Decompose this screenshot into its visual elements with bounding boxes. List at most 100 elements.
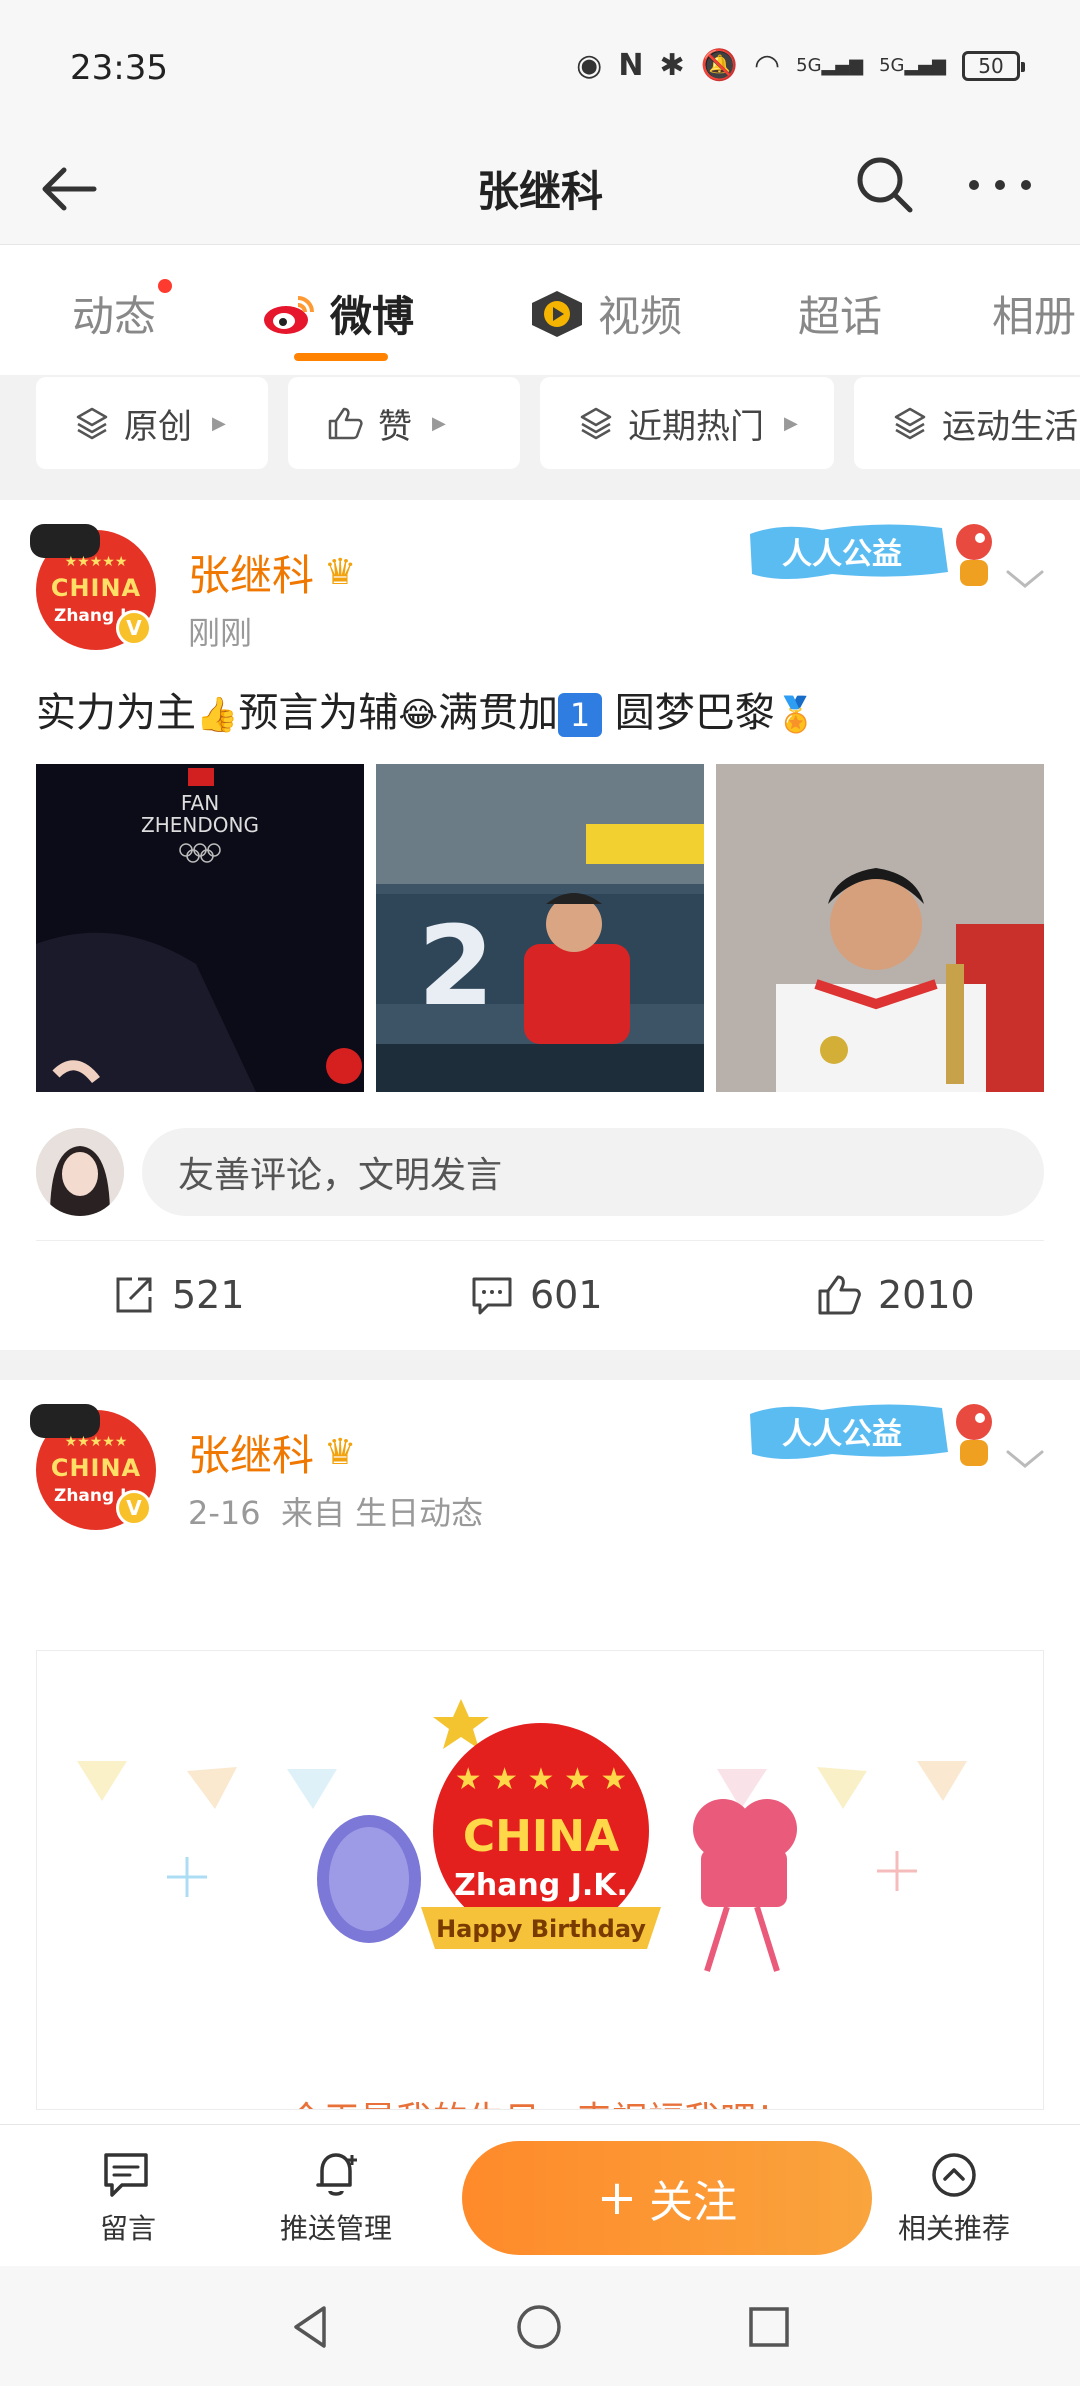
number-one-emoji-icon: 1: [558, 693, 603, 737]
medal-ceremony-image: [716, 764, 1044, 1092]
eye-icon: ◉: [576, 48, 603, 83]
author-name[interactable]: 张继科 ♛: [188, 1422, 356, 1483]
chevron-up-circle-icon: [932, 2153, 976, 2197]
card-stars: ★ ★ ★ ★ ★: [455, 1762, 628, 1797]
post-source: 来自 生日动态: [280, 1494, 484, 1532]
tab-label: 相册: [992, 292, 1077, 341]
tab-super-topic[interactable]: 超话: [798, 283, 882, 344]
push-label: 推送管理: [280, 2212, 393, 2245]
athlete-silhouette-image: FAN ZHENDONG: [36, 764, 364, 1092]
comment-icon: [472, 1277, 512, 1315]
more-options-icon[interactable]: [960, 160, 1040, 210]
tab-label: 动态: [72, 292, 157, 341]
card-title: CHINA: [463, 1811, 619, 1862]
post-image-1[interactable]: FAN ZHENDONG: [36, 764, 364, 1092]
panda-decoration: [30, 524, 100, 558]
nfc-icon: N: [618, 48, 644, 83]
tab-dynamics[interactable]: 动态: [72, 279, 173, 344]
mute-icon: 🔕: [700, 48, 738, 83]
tab-album[interactable]: 相册: [992, 283, 1076, 344]
chevron-right-icon: ▶: [212, 412, 226, 434]
filter-sports-life[interactable]: 运动生活: [854, 377, 1080, 469]
comment-input[interactable]: 友善评论，文明发言: [142, 1128, 1044, 1216]
avatar-text: CHINA: [50, 1454, 142, 1482]
post-text: 实力为主👍预言为辅😂满贯加 1 圆梦巴黎🏅: [36, 680, 817, 738]
thumbs-up-icon: [818, 1275, 861, 1315]
follow-label: 关注: [649, 2177, 738, 2228]
signal-icon: 5G▂▄▆: [796, 55, 864, 76]
search-icon[interactable]: [850, 150, 920, 220]
post-text-part: 满贯加: [438, 690, 559, 736]
related-recommendations-button[interactable]: 相关推荐: [898, 2149, 1010, 2247]
birthday-card[interactable]: ★ ★ ★ ★ ★ CHINA Zhang J.K. Happy Birthda…: [36, 1650, 1044, 2110]
post-separator: [0, 1350, 1080, 1380]
image-caption-line2: ZHENDONG: [141, 813, 259, 837]
filter-liked[interactable]: 赞 ▶: [288, 377, 520, 469]
filter-bar: 原创 ▶ 赞 ▶ 近期热门 ▶ 运动生活: [0, 375, 1080, 500]
like-button[interactable]: 2010: [816, 1273, 975, 1317]
wifi-icon: ◠: [753, 48, 781, 83]
chip-label: 运动生活: [942, 406, 1078, 447]
filter-original[interactable]: 原创 ▶: [36, 377, 268, 469]
related-label: 相关推荐: [898, 2212, 1011, 2245]
chevron-right-icon: ▶: [784, 412, 798, 434]
chevron-down-icon[interactable]: [1000, 558, 1050, 598]
post-text-part: 预言为辅: [238, 690, 399, 736]
post-time: 刚刚: [188, 614, 253, 652]
top-header: 张继科: [0, 130, 1080, 245]
charity-badge-text: 人人公益: [782, 537, 902, 572]
active-tab-indicator: [294, 353, 388, 361]
nav-back-icon[interactable]: [286, 2302, 336, 2352]
filter-recent-hot[interactable]: 近期热门 ▶: [540, 377, 834, 469]
author-name-text: 张继科: [188, 551, 315, 600]
weibo-logo-icon: [264, 295, 314, 334]
panda-decoration: [30, 1404, 100, 1438]
nav-home-icon[interactable]: [514, 2302, 564, 2352]
post-image-3[interactable]: [716, 764, 1044, 1092]
post-time: 2-16: [188, 1494, 261, 1532]
message-button[interactable]: 留言: [100, 2149, 156, 2247]
charity-badge-text: 人人公益: [782, 1417, 902, 1452]
birthday-illustration: ★ ★ ★ ★ ★ CHINA Zhang J.K. Happy Birthda…: [77, 1699, 967, 1972]
user-avatar-image: [36, 1128, 124, 1216]
status-icons: ◉ N ✱ 🔕 ◠ 5G▂▄▆ 5G▂▄▆ 50: [576, 48, 1025, 83]
status-time: 23:35: [70, 48, 168, 88]
author-avatar[interactable]: ★★★★★ CHINA Zhang J V: [30, 524, 156, 650]
follow-button[interactable]: + 关注: [462, 2141, 872, 2255]
card-ribbon: Happy Birthday: [436, 1915, 646, 1943]
nav-recents-icon[interactable]: [744, 2302, 794, 2352]
post-image-2[interactable]: 2: [376, 764, 704, 1092]
like-count: 2010: [878, 1273, 975, 1317]
push-settings-button[interactable]: 推送管理: [280, 2149, 392, 2247]
system-nav-bar: [0, 2266, 1080, 2386]
thumbs-up-emoji-icon: 👍: [196, 695, 239, 735]
author-name[interactable]: 张继科 ♛: [188, 542, 356, 603]
status-bar: 23:35 ◉ N ✱ 🔕 ◠ 5G▂▄▆ 5G▂▄▆ 50: [0, 0, 1080, 130]
chevron-right-icon: ▶: [432, 412, 446, 434]
comment-button[interactable]: 601: [470, 1273, 603, 1317]
bluetooth-icon: ✱: [659, 48, 685, 83]
chevron-down-icon[interactable]: [1000, 1438, 1050, 1478]
post-meta: 2-16 来自 生日动态: [188, 1488, 483, 1534]
avatar-text: CHINA: [50, 574, 142, 602]
notification-dot: [158, 279, 173, 293]
repost-button[interactable]: 521: [112, 1273, 245, 1317]
comment-row: 友善评论，文明发言: [36, 1128, 1044, 1218]
comment-count: 601: [530, 1273, 603, 1317]
battery-icon: 50: [962, 50, 1025, 81]
avatar-stars: ★★★★★: [64, 554, 128, 570]
author-avatar[interactable]: ★★★★★ CHINA Zhang J V: [30, 1404, 156, 1530]
profile-tabs: 动态 微博 视频 超话 相册: [0, 245, 1080, 375]
medal-emoji-icon: 🏅: [774, 695, 818, 735]
post-text-part: 圆梦巴黎: [602, 690, 775, 736]
tab-label: 微博: [330, 292, 415, 341]
tab-weibo[interactable]: 微博: [262, 283, 414, 344]
author-name-text: 张继科: [188, 1431, 315, 1480]
tab-label: 超话: [798, 292, 883, 341]
thumbs-up-icon: [328, 407, 363, 440]
charity-badge[interactable]: 人人公益: [742, 514, 1000, 594]
post-actions: 521 601 2010: [36, 1240, 1044, 1350]
tab-video[interactable]: 视频: [528, 283, 682, 344]
bottom-action-bar: 留言 推送管理 + 关注 相关推荐: [0, 2124, 1080, 2266]
charity-badge[interactable]: 人人公益: [742, 1394, 1000, 1474]
